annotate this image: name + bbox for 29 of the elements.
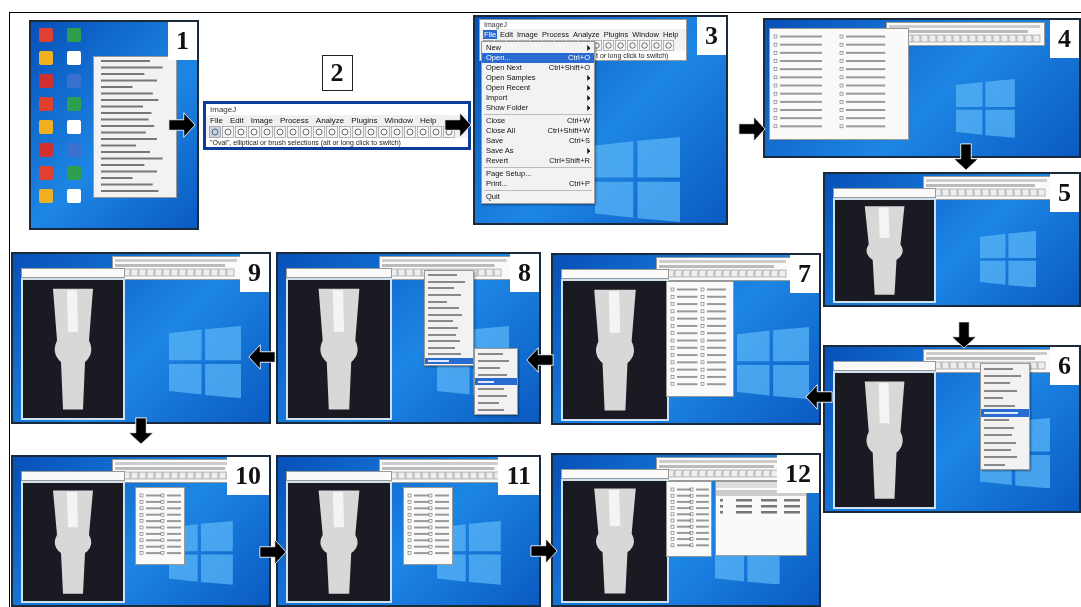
step-number: 3 (697, 17, 726, 55)
menu-tab[interactable]: Edit (228, 116, 245, 125)
step-number: 12 (777, 455, 819, 493)
menu-tab[interactable]: File (209, 116, 224, 125)
menu-item[interactable] (980, 409, 1029, 417)
step-number: 10 (227, 457, 269, 495)
menu-tab[interactable]: Help (419, 116, 438, 125)
step-number: 2 (321, 55, 353, 91)
step-number: 9 (240, 254, 269, 292)
step-number: 5 (1050, 174, 1079, 212)
menu-item[interactable] (474, 378, 517, 385)
windows-logo-icon (169, 326, 242, 399)
window-title: ImageJ (210, 105, 237, 114)
step-number: 6 (1050, 347, 1079, 385)
menu-tab[interactable]: Image (249, 116, 274, 125)
windows-logo-icon (979, 230, 1037, 288)
windows-logo-icon (595, 137, 680, 222)
menu-tab[interactable]: Analyze (314, 116, 346, 125)
step-number: 1 (168, 22, 197, 60)
step-number: 4 (1050, 20, 1079, 58)
step-number: 7 (790, 255, 819, 293)
menu-tab[interactable]: Process (278, 116, 310, 125)
menu-tab[interactable]: Plugins (350, 116, 379, 125)
windows-logo-icon (955, 78, 1015, 138)
menu-tab[interactable]: Window (383, 116, 414, 125)
windows-logo-icon (736, 327, 809, 400)
step-number: 11 (498, 457, 539, 495)
menu-item[interactable] (424, 357, 473, 365)
step-number: 8 (510, 254, 539, 292)
